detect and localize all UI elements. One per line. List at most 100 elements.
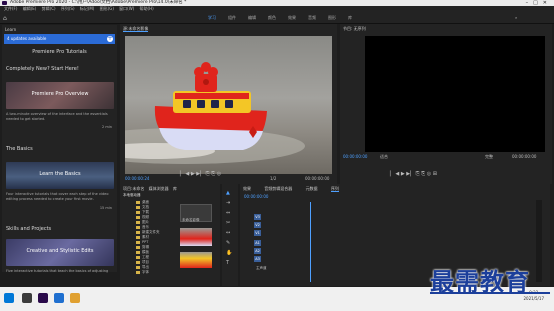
workspace-tab-libraries[interactable]: 库 bbox=[348, 15, 352, 21]
folder-icon bbox=[136, 235, 140, 239]
tutorial-basics-label: Learn the Basics bbox=[39, 171, 81, 177]
folder-app-icon[interactable] bbox=[70, 293, 80, 303]
project-panel: 项目:未命名 媒体浏览器 库 本地驱动器 桌面 文档 下载 视频 图片 音乐 新… bbox=[120, 184, 220, 286]
folder-icon bbox=[136, 260, 140, 264]
tutorial-basics-duration: 15 min bbox=[99, 206, 112, 210]
home-icon[interactable]: ⌂ bbox=[3, 15, 7, 22]
workspace-tab-audio[interactable]: 音频 bbox=[308, 15, 316, 21]
program-video-frame[interactable] bbox=[365, 36, 545, 152]
folder-icon bbox=[136, 245, 140, 249]
folder-icon bbox=[136, 215, 140, 219]
pen-tool-icon[interactable]: ✎ bbox=[226, 238, 230, 248]
workspace-tab-effects[interactable]: 效果 bbox=[288, 15, 296, 21]
tutorial-basics-desc: Four interactive tutorials that cover ea… bbox=[6, 192, 109, 201]
source-video-frame[interactable] bbox=[125, 36, 332, 174]
clip-thumbnail[interactable] bbox=[180, 252, 212, 268]
search-icon[interactable]: ⌕ bbox=[515, 15, 517, 20]
premiere-app-icon[interactable] bbox=[38, 293, 48, 303]
track-select-tool-icon[interactable]: ⇥ bbox=[226, 198, 230, 208]
program-resolution-select[interactable]: 完整 bbox=[485, 154, 493, 160]
workspace-tab-graphics[interactable]: 图形 bbox=[328, 15, 336, 21]
toy-boat-image bbox=[125, 62, 305, 164]
razor-tool-icon[interactable]: ✂ bbox=[226, 218, 230, 228]
source-transport-controls[interactable]: ▏ ◀ ▶ ▶▏ ⎘ ⎘ ◎ bbox=[180, 171, 221, 177]
tutorial-overview-duration: 2 min bbox=[102, 125, 112, 129]
track-a3[interactable]: A3 bbox=[254, 256, 304, 263]
source-timecode-left[interactable]: 00:00:00:24 bbox=[125, 176, 149, 181]
folder-item[interactable]: 字体 bbox=[136, 270, 149, 275]
menu-edit[interactable]: 编辑(E) bbox=[23, 6, 37, 11]
tutorial-overview-card[interactable]: Premiere Pro Overview bbox=[6, 82, 114, 109]
tutorial-creative-desc: Five interactive tutorials that teach th… bbox=[6, 269, 109, 273]
project-path[interactable]: 本地驱动器 bbox=[123, 193, 141, 198]
tab-audio-mixer[interactable]: 音频剪辑混合器 bbox=[264, 186, 292, 191]
source-monitor: 源:未命名影像 00:00:00:24 1/2 00:00:00:00 ▏ ◀ … bbox=[120, 24, 337, 184]
project-tab-libraries[interactable]: 库 bbox=[173, 186, 177, 191]
program-tab[interactable]: 节目: 无序列 bbox=[343, 26, 366, 32]
source-tab[interactable]: 源:未命名影像 bbox=[123, 26, 149, 32]
folder-icon bbox=[136, 255, 140, 259]
source-timecode-right: 00:00:00:00 bbox=[305, 176, 330, 181]
tutorial-creative-label: Creative and Stylistic Edits bbox=[26, 248, 94, 254]
folder-icon bbox=[136, 270, 140, 274]
clip-thumbnail[interactable]: 未命名影像 bbox=[180, 204, 212, 222]
track-v3[interactable]: V3 bbox=[254, 214, 304, 221]
project-tabs: 项目:未命名 媒体浏览器 库 bbox=[123, 186, 177, 192]
updates-banner[interactable]: 4 updates available + bbox=[4, 34, 115, 44]
tutorials-title: Premiere Pro Tutorials bbox=[32, 49, 87, 55]
tutorial-basics-card[interactable]: Learn the Basics bbox=[6, 162, 114, 189]
project-tab-project[interactable]: 项目:未命名 bbox=[123, 186, 144, 191]
section-heading-skills: Skills and Projects bbox=[6, 226, 52, 232]
playhead[interactable] bbox=[310, 202, 311, 282]
taskview-icon[interactable] bbox=[22, 293, 32, 303]
track-a2[interactable]: A2 bbox=[254, 248, 304, 255]
workspace-tab-editing[interactable]: 编辑 bbox=[248, 15, 256, 21]
track-v2[interactable]: V2 bbox=[254, 222, 304, 229]
tab-sequence[interactable]: 序列 bbox=[330, 186, 339, 192]
menu-help[interactable]: 帮助(H) bbox=[140, 6, 154, 11]
folder-icon bbox=[136, 205, 140, 209]
selection-tool-icon[interactable]: ▲ bbox=[226, 188, 230, 198]
tutorial-overview-desc: A two-minute overview of the interface a… bbox=[6, 112, 108, 121]
track-v1[interactable]: V1 bbox=[254, 230, 304, 237]
folder-icon bbox=[136, 250, 140, 254]
explorer-app-icon[interactable] bbox=[54, 293, 64, 303]
folder-icon bbox=[136, 230, 140, 234]
program-transport-controls[interactable]: ▏ ◀ ▶ ▶▏ ⎘ ⎘ ◎ ⊞ bbox=[390, 171, 437, 177]
type-tool-icon[interactable]: T bbox=[226, 258, 229, 268]
tab-effects[interactable]: 效果 bbox=[243, 186, 251, 191]
menu-file[interactable]: 文件(F) bbox=[4, 6, 17, 11]
folder-item[interactable]: PPT bbox=[136, 240, 148, 244]
program-timecode-right: 00:00:00:00 bbox=[512, 154, 537, 159]
menu-window[interactable]: 窗口(W) bbox=[119, 6, 134, 11]
menu-sequence[interactable]: 序列(S) bbox=[61, 6, 75, 11]
folder-icon bbox=[136, 200, 140, 204]
menu-graphics[interactable]: 图形(G) bbox=[100, 6, 114, 11]
folder-icon bbox=[136, 225, 140, 229]
workspace-tab-assembly[interactable]: 组件 bbox=[228, 15, 236, 21]
menu-marker[interactable]: 标记(M) bbox=[80, 6, 95, 11]
plus-icon[interactable]: + bbox=[107, 36, 113, 42]
tutorial-creative-card[interactable]: Creative and Stylistic Edits bbox=[6, 239, 114, 266]
menu-clip[interactable]: 剪辑(C) bbox=[42, 6, 56, 11]
slip-tool-icon[interactable]: ↔ bbox=[226, 228, 230, 238]
workspace-tab-color[interactable]: 颜色 bbox=[268, 15, 276, 21]
program-fit-select[interactable]: 适合 bbox=[380, 154, 388, 160]
watermark-underline bbox=[430, 292, 550, 294]
tab-metadata[interactable]: 元数据 bbox=[306, 186, 318, 191]
workspace-tab-learn[interactable]: 学习 bbox=[208, 15, 216, 21]
tools-panel: ▲ ⇥ ⇔ ✂ ↔ ✎ ✋ T bbox=[222, 184, 238, 286]
hand-tool-icon[interactable]: ✋ bbox=[226, 248, 232, 258]
folder-icon bbox=[136, 265, 140, 269]
track-a1[interactable]: A1 bbox=[254, 240, 304, 247]
source-fraction[interactable]: 1/2 bbox=[270, 176, 276, 181]
ripple-edit-tool-icon[interactable]: ⇔ bbox=[226, 208, 230, 218]
start-button-icon[interactable] bbox=[4, 293, 14, 303]
program-monitor: 节目: 无序列 00:00:00:00 适合 完整 00:00:00:00 ▏ … bbox=[340, 24, 552, 184]
folder-icon bbox=[136, 210, 140, 214]
learn-panel-header: Learn bbox=[5, 27, 17, 32]
clip-thumbnail[interactable] bbox=[180, 228, 212, 246]
program-timecode-left[interactable]: 00:00:00:00 bbox=[343, 154, 367, 159]
timeline-timecode[interactable]: 00:00:00:00 bbox=[244, 194, 268, 199]
project-tab-media-browser[interactable]: 媒体浏览器 bbox=[149, 186, 169, 191]
